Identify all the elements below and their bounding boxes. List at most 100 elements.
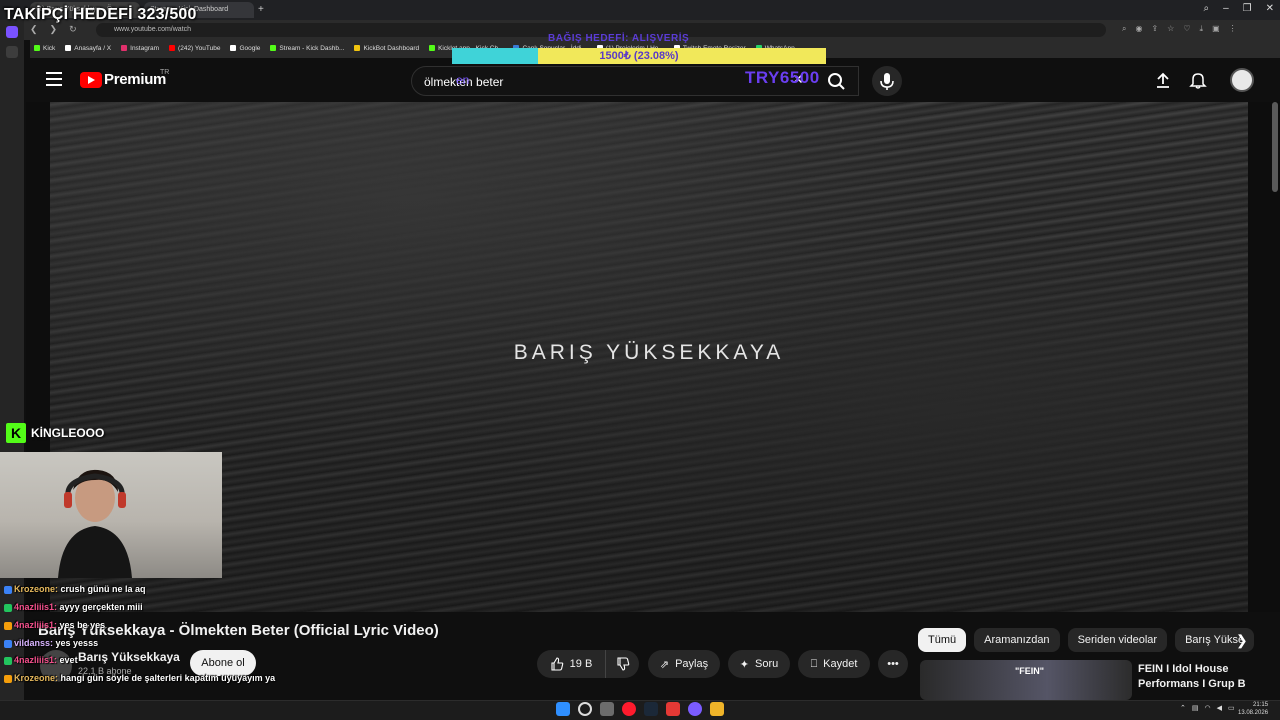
home-rail-icon[interactable] — [6, 26, 18, 38]
chat-text: hangi gün söyle de şalterleri kapatım uy… — [60, 673, 276, 683]
heart-icon[interactable]: ♡ — [1183, 24, 1190, 34]
chat-badge-icon — [4, 621, 12, 630]
close-window-icon[interactable]: ✕ — [1266, 3, 1274, 14]
star-rail-icon[interactable] — [6, 46, 18, 58]
minimize-icon[interactable]: – — [1223, 3, 1229, 14]
youtube-brand[interactable]: Premium — [104, 71, 166, 88]
taskbar-clock[interactable]: 21:15 13.08.2026 — [1238, 701, 1268, 717]
search-icon[interactable] — [820, 68, 854, 94]
region-code: TR — [160, 69, 170, 76]
network-icon[interactable]: ▤ — [1192, 704, 1199, 712]
zoom-icon[interactable]: ⌕ — [1122, 24, 1126, 34]
menu-dots-icon[interactable]: ⋮ — [1229, 24, 1237, 34]
bookmark-item[interactable]: Instagram — [121, 45, 159, 53]
chat-username[interactable]: vildanss: — [14, 638, 53, 648]
dislike-button[interactable] — [605, 650, 639, 678]
kick-logo-icon: K — [6, 423, 26, 443]
chat-username[interactable]: 4nazliiis1: — [14, 602, 57, 612]
chat-username[interactable]: 4nazliiis1: — [14, 655, 57, 665]
new-tab-button[interactable]: + — [258, 2, 264, 20]
bookmark-favicon-icon — [270, 45, 277, 52]
bookmark-item[interactable]: Stream - Kick Dashb... — [270, 45, 344, 53]
chat-badge-icon — [4, 674, 12, 683]
chat-username[interactable]: Krozeone: — [14, 584, 58, 594]
share-icon: ⇗ — [659, 658, 670, 671]
streamer-silhouette — [58, 469, 132, 578]
chat-username[interactable]: Krozeone: — [14, 673, 58, 683]
bookmark-item[interactable]: Kick — [34, 45, 55, 53]
folder-icon[interactable] — [710, 702, 724, 716]
bookmark-item[interactable]: (242) YouTube — [169, 45, 220, 53]
nav-buttons: ❮ ❯ ↻ — [30, 24, 77, 35]
chat-badge-icon — [4, 639, 12, 648]
donation-progress-text: 1500₺ (23.08%) — [599, 50, 679, 62]
chip-series-videos[interactable]: Seriden videolar — [1067, 628, 1168, 652]
save-button[interactable]: ⎕ Kaydet — [798, 650, 870, 678]
chat-text: evet — [59, 655, 78, 665]
chevron-up-icon[interactable]: ⌃ — [1180, 704, 1186, 712]
related-filter-chips: Tümü Aramanızdan Seriden videolar Barış … — [918, 628, 1255, 652]
start-icon[interactable] — [556, 702, 570, 716]
streamer-name: KİNGLEOOO — [31, 426, 105, 440]
maximize-icon[interactable]: ❐ — [1243, 3, 1252, 14]
bookmark-favicon-icon — [65, 45, 72, 52]
recommendation-title[interactable]: FEIN I Idol House Performans I Grup B — [1138, 662, 1258, 692]
steam-icon[interactable] — [644, 702, 658, 716]
forward-icon[interactable]: ❯ — [50, 24, 58, 35]
opera-icon[interactable] — [622, 702, 636, 716]
chat-message: 4nazliiis1: yes be yes — [4, 620, 105, 630]
chat-badge-icon — [4, 603, 12, 612]
reload-icon[interactable]: ↻ — [69, 24, 77, 35]
bookmark-favicon-icon — [429, 45, 436, 52]
upload-icon[interactable] — [1154, 71, 1172, 89]
volume-icon[interactable]: ◀ — [1217, 704, 1222, 712]
taskbar-search-icon[interactable] — [578, 702, 592, 716]
recorder-icon[interactable] — [666, 702, 680, 716]
voice-search-button[interactable] — [872, 66, 902, 96]
camera-icon[interactable]: ◉ — [1135, 24, 1142, 34]
donation-goal-title: BAĞIŞ HEDEFİ: ALIŞVERİŞ — [548, 33, 690, 44]
settings-icon[interactable] — [600, 702, 614, 716]
battery-icon[interactable]: ▭ — [1228, 704, 1235, 712]
extension-icons: ⌕ ◉ ⇪ ☆ ♡ ⤓ ▣ ⋮ — [1122, 24, 1237, 34]
downloads-icon[interactable]: ⤓ — [1200, 24, 1204, 34]
channel-name[interactable]: Barış Yüksekkaya — [78, 650, 180, 664]
wallet-icon[interactable]: ▣ — [1212, 24, 1220, 34]
wifi-icon[interactable]: ◠ — [1205, 704, 1211, 712]
bookmark-favicon-icon — [34, 45, 40, 52]
chat-message: 4nazliiis1: evet — [4, 655, 78, 665]
video-artist-text: BARIŞ YÜKSEKKAYA — [513, 341, 785, 364]
bookmark-favicon-icon — [121, 45, 128, 52]
bookmark-item[interactable]: KickBot Dashboard — [354, 45, 419, 53]
ask-button[interactable]: ✦ Soru — [728, 650, 790, 678]
like-button[interactable]: 19 B — [537, 650, 605, 678]
chevron-right-icon[interactable]: ❯ — [1236, 632, 1248, 649]
hamburger-menu-icon[interactable] — [46, 72, 62, 86]
youtube-logo-icon[interactable] — [80, 72, 102, 88]
page-scrollbar[interactable] — [1272, 102, 1278, 192]
chat-username[interactable]: 4nazliiis1: — [14, 620, 57, 630]
account-avatar[interactable] — [1230, 68, 1254, 92]
chat-message: Krozeone: hangi gün söyle de şalterleri … — [4, 673, 275, 683]
notifications-bell-icon[interactable] — [1189, 71, 1207, 89]
share-page-icon[interactable]: ⇪ — [1151, 24, 1158, 34]
bookmark-star-icon[interactable]: ☆ — [1167, 24, 1174, 34]
bookmark-item[interactable]: Anasayfa / X — [65, 45, 111, 53]
search-tabs-icon[interactable]: ⌕ — [1203, 3, 1209, 14]
like-count: 19 B — [569, 658, 593, 670]
browser-side-rail — [0, 20, 24, 700]
discord-icon[interactable] — [688, 702, 702, 716]
chip-all[interactable]: Tümü — [918, 628, 967, 652]
bookmark-label: KickBot Dashboard — [363, 45, 420, 52]
more-actions-button[interactable]: ••• — [878, 650, 908, 678]
share-button[interactable]: ⇗ Paylaş — [648, 650, 720, 678]
chip-from-search[interactable]: Aramanızdan — [974, 628, 1060, 652]
bookmark-label: Instagram — [130, 45, 160, 52]
chat-text: yes yesss — [55, 638, 99, 648]
follower-goal: TAKİPÇİ HEDEFİ 323/500 — [4, 6, 197, 23]
bookmark-favicon-icon — [230, 45, 237, 52]
back-icon[interactable]: ❮ — [30, 24, 38, 35]
share-label: Paylaş — [675, 658, 709, 670]
bookmark-favicon-icon — [354, 45, 361, 52]
bookmark-item[interactable]: Google — [230, 45, 260, 53]
